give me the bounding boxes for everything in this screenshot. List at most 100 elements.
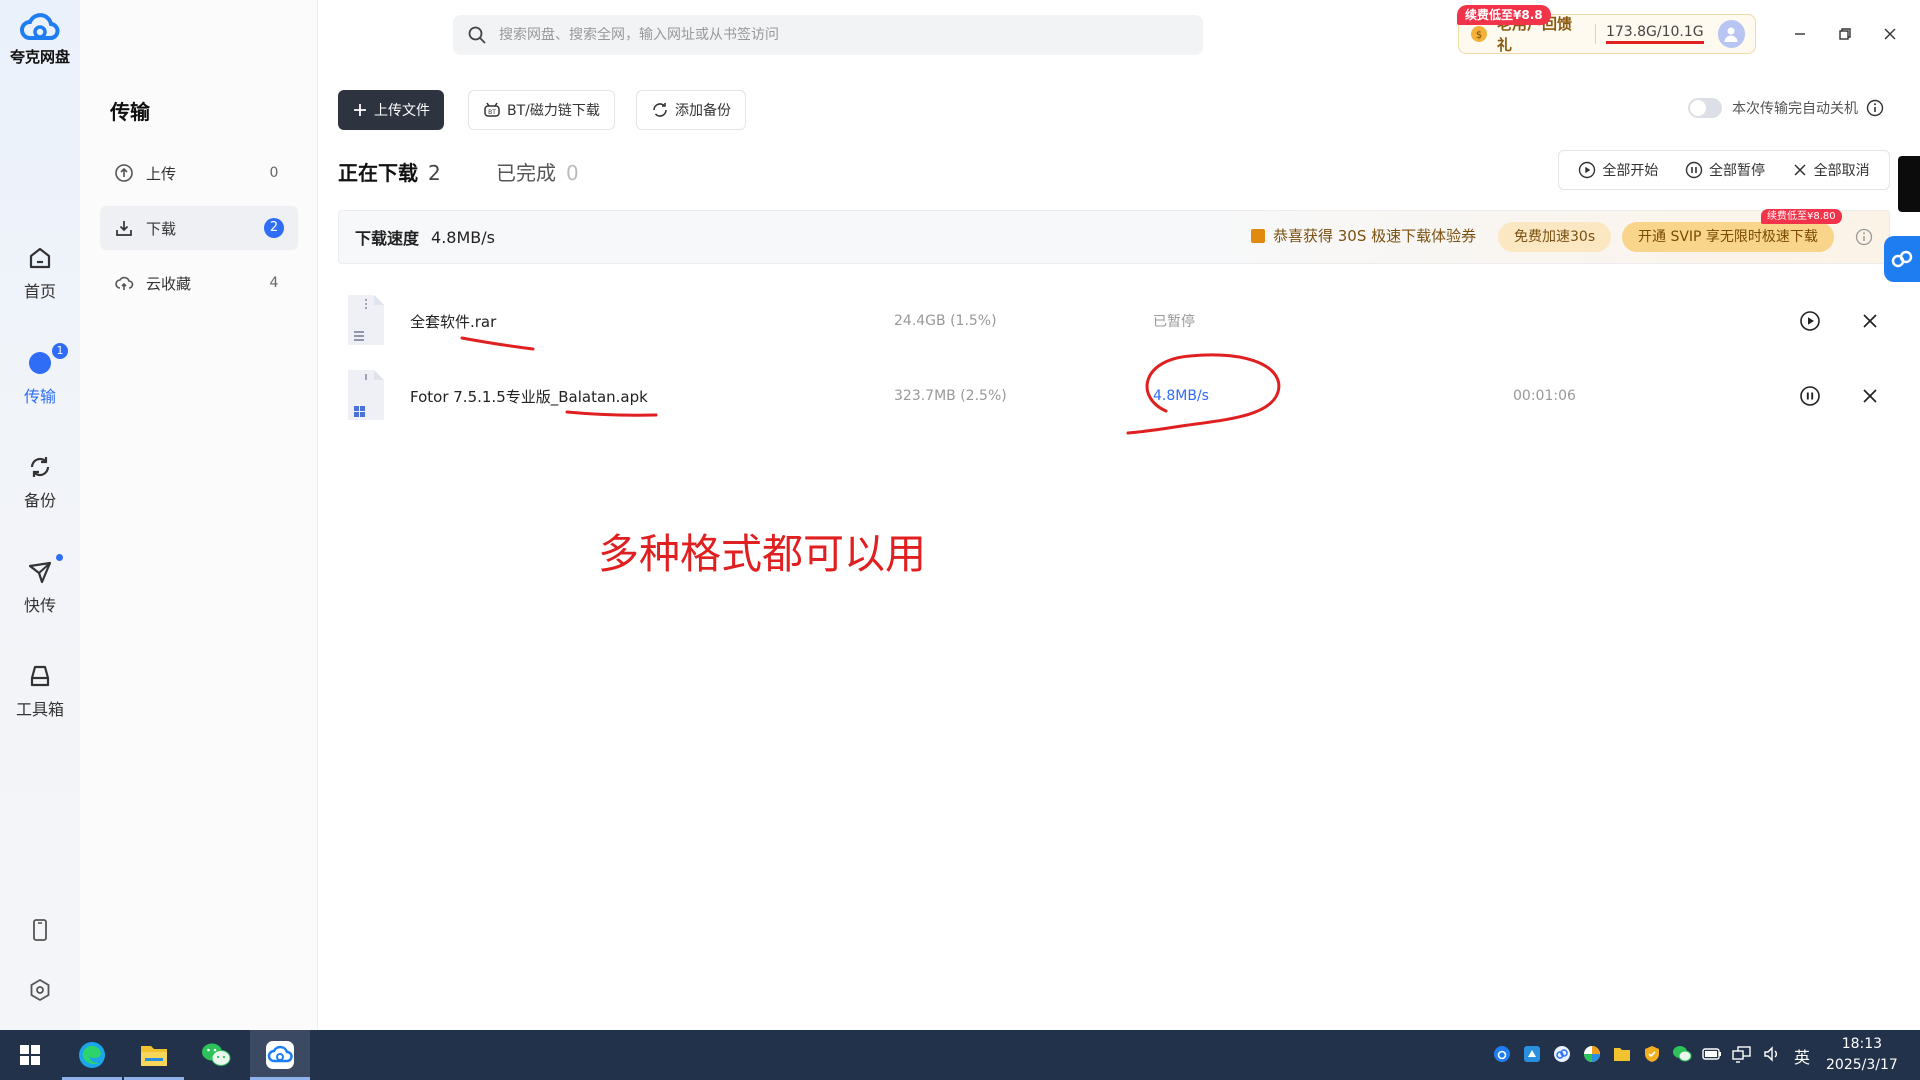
tray-wechat-icon[interactable] (1670, 1042, 1694, 1066)
app-name: 夸克网盘 (9, 48, 70, 66)
promo-divider (1594, 24, 1596, 44)
speed-value: 4.8MB/s (431, 227, 495, 247)
cloud-collect-count: 4 (269, 275, 279, 291)
taskbar-clock[interactable]: 18:13 2025/3/17 (1826, 1034, 1898, 1076)
close-button[interactable] (1870, 22, 1910, 46)
add-backup-button[interactable]: 添加备份 (636, 90, 746, 130)
table-row[interactable]: Fotor 7.5.1.5专业版_Balatan.apk 323.7MB (2.… (330, 358, 1890, 434)
search-input[interactable] (499, 27, 1189, 43)
time-remaining: 00:01:06 (1513, 388, 1576, 404)
sync-icon (651, 101, 669, 119)
nav-toolbox[interactable]: 工具箱 (0, 662, 80, 720)
cancel-all-button[interactable]: 全部取消 (1792, 160, 1870, 180)
table-row[interactable]: 全套软件.rar 24.4GB (1.5%) 已暂停 (330, 283, 1890, 359)
start-all-label: 全部开始 (1602, 163, 1659, 179)
nav-backup[interactable]: 备份 (0, 453, 80, 511)
avatar[interactable] (1717, 20, 1746, 48)
tray-quark-icon[interactable] (1490, 1042, 1514, 1066)
subnav-item-cloud-collect[interactable]: 云收藏 4 (100, 261, 298, 305)
volume-icon[interactable] (1760, 1042, 1784, 1066)
annotation-text: 多种格式都可以用 (598, 530, 926, 578)
pause-button[interactable] (1797, 383, 1823, 409)
taskbar-explorer[interactable] (124, 1030, 184, 1080)
nav-toolbox-label: 工具箱 (15, 700, 64, 719)
subnav-item-label: 下载 (146, 219, 177, 238)
svg-text:$: $ (1476, 30, 1482, 41)
quark-cloud-logo-icon (20, 10, 60, 44)
tray-folder-icon[interactable] (1610, 1042, 1634, 1066)
nav-home[interactable]: 首页 (0, 244, 80, 302)
download-speed: 4.8MB/s (1153, 388, 1209, 404)
quick-send-dot (56, 554, 63, 561)
settings-button[interactable] (0, 976, 80, 1004)
remove-button[interactable] (1857, 308, 1883, 334)
system-tray (1490, 1042, 1790, 1066)
auto-shutdown-toggle[interactable] (1688, 98, 1722, 118)
svip-upgrade-button[interactable]: 开通 SVIP 享无限时极速下载 (1622, 222, 1834, 252)
tab-downloading[interactable]: 正在下载 2 (338, 157, 441, 186)
app-logo[interactable]: 夸克网盘 (0, 10, 80, 67)
tray-colorful-app-icon[interactable] (1580, 1042, 1604, 1066)
network-icon[interactable] (1730, 1042, 1754, 1066)
info-icon[interactable] (1866, 99, 1884, 117)
nav-quick-send[interactable]: 快传 (0, 554, 80, 616)
upload-file-button[interactable]: 上传文件 (338, 90, 444, 130)
taskbar-wechat[interactable] (186, 1030, 246, 1080)
close-icon (1883, 27, 1897, 41)
home-icon (26, 244, 54, 272)
windows-logo-icon (19, 1044, 41, 1066)
remove-button[interactable] (1857, 383, 1883, 409)
download-tray-icon (114, 218, 134, 238)
tray-baidu-cloud-icon[interactable] (1550, 1042, 1574, 1066)
storage-usage: 173.8G/10.1G (1605, 24, 1704, 44)
resume-button[interactable] (1797, 308, 1823, 334)
quark-drive-icon (265, 1040, 295, 1070)
minimize-button[interactable] (1780, 22, 1820, 46)
nav-transfer[interactable]: 1 传输 (0, 343, 80, 407)
info-icon[interactable] (1855, 228, 1873, 246)
toolbox-icon (26, 662, 54, 690)
minimize-icon (1793, 27, 1807, 41)
close-icon (1861, 387, 1879, 405)
archive-file-icon (344, 293, 388, 347)
start-all-button[interactable]: 全部开始 (1578, 160, 1658, 180)
search-icon (467, 25, 487, 45)
bt-magnet-download-button[interactable]: BT BT/磁力链下载 (468, 90, 615, 130)
subnav-item-upload[interactable]: 上传 0 (100, 151, 298, 195)
voucher-icon (1251, 228, 1265, 243)
search-bar[interactable] (453, 15, 1203, 55)
side-widget-dark[interactable] (1898, 156, 1920, 212)
taskbar-quark-drive[interactable] (250, 1030, 310, 1080)
subnav-item-label: 上传 (146, 164, 177, 183)
bulk-actions: 全部开始 全部暂停 全部取消 (1558, 150, 1890, 190)
phone-icon (26, 916, 54, 944)
quark-float-icon (1890, 247, 1914, 271)
play-circle-icon (1578, 161, 1596, 179)
start-button[interactable] (0, 1030, 60, 1080)
battery-icon[interactable] (1700, 1042, 1724, 1066)
file-name: 全套软件.rar (410, 312, 497, 331)
tray-shield-icon[interactable] (1640, 1042, 1664, 1066)
tab-completed[interactable]: 已完成 0 (496, 157, 579, 186)
free-boost-button[interactable]: 免费加速30s (1498, 222, 1612, 252)
svip-renew-tag: 续费低至¥8.80 (1761, 209, 1842, 224)
pause-all-button[interactable]: 全部暂停 (1685, 160, 1765, 180)
input-method-indicator[interactable]: 英 (1794, 1044, 1810, 1068)
nav-home-label: 首页 (23, 282, 56, 301)
tray-blue-app-icon[interactable] (1520, 1042, 1544, 1066)
voucher-text: 恭喜获得 30S 极速下载体验券 (1273, 227, 1477, 245)
upload-count: 0 (269, 165, 279, 181)
pause-circle-icon (1685, 161, 1703, 179)
restore-button[interactable] (1825, 22, 1865, 46)
side-widget-quark[interactable] (1884, 236, 1920, 282)
subnav-item-download[interactable]: 下载 2 (100, 206, 298, 250)
nav-quick-send-label: 快传 (23, 596, 56, 615)
nav-transfer-label: 传输 (23, 387, 56, 406)
bt-icon: BT (483, 101, 501, 119)
left-navigation: 夸克网盘 首页 1 传输 备份 快传 工具箱 (0, 0, 80, 1030)
download-status: 已暂停 (1153, 314, 1195, 330)
taskbar-edge[interactable] (62, 1030, 122, 1080)
download-count-badge: 2 (264, 218, 284, 238)
phone-button[interactable] (0, 916, 80, 944)
backup-sync-icon (26, 453, 54, 481)
